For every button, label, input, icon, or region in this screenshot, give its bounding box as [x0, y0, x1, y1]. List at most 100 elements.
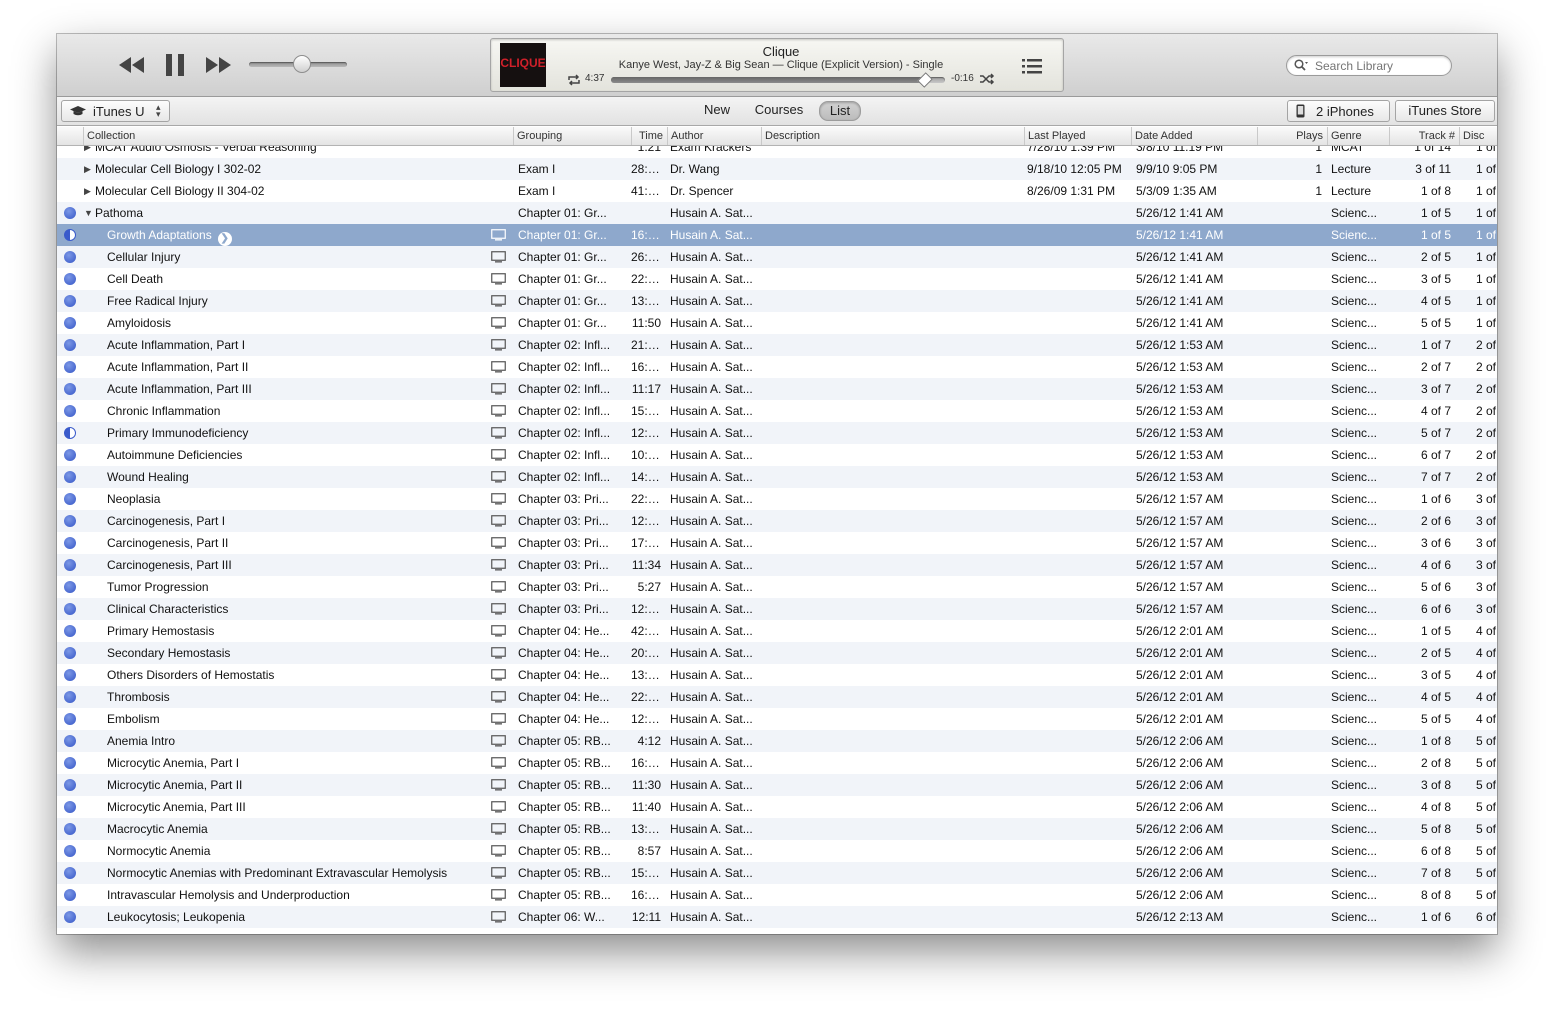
column-header-track[interactable]: Track # [1389, 127, 1459, 145]
plays-cell [1257, 818, 1322, 840]
column-header-collection[interactable]: Collection [83, 127, 513, 145]
tab-list[interactable]: List [819, 101, 861, 121]
table-row[interactable]: Cell Death Chapter 01: Gr... 22:51 Husain A… [57, 268, 1497, 290]
date-added-cell: 5/26/12 1:53 AM [1136, 338, 1224, 352]
plays-cell [1257, 334, 1322, 356]
search-field[interactable] [1286, 55, 1452, 76]
disclosure-closed-icon[interactable]: ▶ [84, 158, 91, 180]
date-added-cell: 5/26/12 1:53 AM [1136, 426, 1224, 440]
collection-text: Chronic Inflammation [107, 404, 221, 418]
song-artist-album: Kanye West, Jay-Z & Big Sean — Clique (E… [618, 59, 944, 71]
table-row[interactable]: Chronic Inflammation Chapter 02: Infl... 1… [57, 400, 1497, 422]
video-icon [491, 559, 506, 571]
table-row[interactable]: ▶ Molecular Cell Biology II 304-02 Exam I 4… [57, 180, 1497, 202]
video-icon [491, 911, 506, 923]
table-row[interactable]: Tumor Progression Chapter 03: Pri... 5:27 H… [57, 576, 1497, 598]
go-arrow-icon[interactable]: ❯ [217, 232, 232, 246]
column-header-status[interactable] [57, 127, 83, 145]
column-header-plays[interactable]: Plays [1257, 127, 1327, 145]
author-cell: Husain A. Sat... [670, 404, 753, 418]
table-row[interactable]: Clinical Characteristics Chapter 03: Pri.… [57, 598, 1497, 620]
table-row[interactable]: Cellular Injury Chapter 01: Gr... 26:26 Hus… [57, 246, 1497, 268]
last-played-cell [1027, 686, 1131, 708]
table-row[interactable]: Thrombosis Chapter 04: He... 22:14 Husain A… [57, 686, 1497, 708]
table-row[interactable]: Amyloidosis Chapter 01: Gr... 11:50 Husain … [57, 312, 1497, 334]
table-row[interactable]: Acute Inflammation, Part II Chapter 02: I… [57, 356, 1497, 378]
tab-new[interactable]: New [697, 101, 737, 119]
column-header-date-added[interactable]: Date Added [1131, 127, 1257, 145]
table-row[interactable]: Wound Healing Chapter 02: Infl... 14:35 Hus… [57, 466, 1497, 488]
table-row[interactable]: ▶ MCAT Audio Osmosis - Verbal Reasoning 1:… [57, 146, 1497, 158]
playback-progress[interactable] [611, 72, 945, 88]
grouping-cell: Chapter 03: Pri... [518, 602, 609, 616]
table-row[interactable]: Secondary Hemostasis Chapter 04: He... 20:… [57, 642, 1497, 664]
table-row[interactable]: Normocytic Anemia Chapter 05: RB... 8:57 Hu… [57, 840, 1497, 862]
disclosure-open-icon[interactable]: ▼ [84, 202, 93, 224]
table-row[interactable]: Carcinogenesis, Part II Chapter 03: Pri..… [57, 532, 1497, 554]
table-row[interactable]: ▶ Molecular Cell Biology I 302-02 Exam I 28… [57, 158, 1497, 180]
author-cell: Husain A. Sat... [670, 514, 753, 528]
fast-forward-button[interactable] [203, 52, 233, 78]
plays-cell [1257, 400, 1322, 422]
table-row[interactable]: ▼ Pathoma Chapter 01: Gr... Husain A. Sat..… [57, 202, 1497, 224]
disc-cell: 1 of [1476, 250, 1497, 264]
table-row[interactable]: Free Radical Injury Chapter 01: Gr... 13:1… [57, 290, 1497, 312]
table-row[interactable]: Carcinogenesis, Part III Chapter 03: Pri.… [57, 554, 1497, 576]
disclosure-closed-icon[interactable]: ▶ [84, 180, 91, 202]
source-selector[interactable]: iTunes U ▴ ▾ [61, 100, 170, 122]
table-row[interactable]: Intravascular Hemolysis and Underproduct… [57, 884, 1497, 906]
table-row[interactable]: Others Disorders of Hemostatis Chapter 04… [57, 664, 1497, 686]
song-title: Clique [762, 44, 800, 59]
collection-cell: Microcytic Anemia, Part III [107, 796, 487, 818]
collection-text: Thrombosis [107, 690, 170, 704]
table-row[interactable]: Anemia Intro Chapter 05: RB... 4:12 Husain … [57, 730, 1497, 752]
devices-button[interactable]: 2 iPhones [1287, 100, 1390, 122]
track-cell: 2 of 8 [1420, 756, 1451, 770]
column-header-disc[interactable]: Disc [1459, 127, 1497, 145]
table-row[interactable]: Primary Hemostasis Chapter 04: He... 42:48… [57, 620, 1497, 642]
disclosure-closed-icon[interactable]: ▶ [84, 146, 91, 158]
table-row[interactable]: Carcinogenesis, Part I Chapter 03: Pri...… [57, 510, 1497, 532]
table-row[interactable]: Macrocytic Anemia Chapter 05: RB... 13:35 H… [57, 818, 1497, 840]
table-row[interactable]: Acute Inflammation, Part III Chapter 02: … [57, 378, 1497, 400]
volume-slider[interactable] [249, 55, 347, 73]
grouping-cell: Chapter 03: Pri... [518, 558, 609, 572]
table-row[interactable]: Neoplasia Chapter 03: Pri... 22:34 Husain A… [57, 488, 1497, 510]
last-played-cell [1027, 730, 1131, 752]
table-row[interactable]: Normocytic Anemias with Predominant Extr… [57, 862, 1497, 884]
table-row[interactable]: Autoimmune Deficiencies Chapter 02: Infl.… [57, 444, 1497, 466]
pause-button[interactable] [163, 52, 187, 78]
collection-text: Normocytic Anemias with Predominant Extr… [107, 866, 448, 880]
table-row[interactable]: Microcytic Anemia, Part III Chapter 05: R… [57, 796, 1497, 818]
shuffle-icon[interactable] [979, 73, 995, 85]
up-next-list-icon[interactable] [1021, 56, 1043, 76]
table-row[interactable]: Growth Adaptations ❯ Chapter 01: Gr... 16:5… [57, 224, 1497, 246]
repeat-icon[interactable] [567, 74, 581, 86]
rewind-button[interactable] [117, 52, 147, 78]
table-row[interactable]: Primary Immunodeficiency Chapter 02: Infl… [57, 422, 1497, 444]
time-cell: 1:21 [637, 146, 661, 154]
partially-played-dot-icon [64, 229, 76, 241]
plays-cell [1257, 312, 1322, 334]
tab-courses[interactable]: Courses [749, 101, 809, 119]
table-row[interactable]: Embolism Chapter 04: He... 12:01 Husain A. … [57, 708, 1497, 730]
column-header-genre[interactable]: Genre [1327, 127, 1389, 145]
time-cell: 12:01 [631, 712, 661, 726]
table-row[interactable]: Microcytic Anemia, Part II Chapter 05: RB… [57, 774, 1497, 796]
table-row[interactable]: Leukocytosis; Leukopenia Chapter 06: W...… [57, 906, 1497, 928]
column-header-grouping[interactable]: Grouping [513, 127, 631, 145]
progress-knob[interactable] [917, 72, 933, 88]
disc-cell: 1 of [1476, 228, 1497, 242]
genre-cell: Scienc... [1331, 382, 1378, 396]
volume-knob[interactable] [293, 55, 311, 73]
table-row[interactable]: Acute Inflammation, Part I Chapter 02: In… [57, 334, 1497, 356]
itunes-store-button[interactable]: iTunes Store [1395, 100, 1495, 122]
date-added-cell: 5/26/12 1:53 AM [1136, 404, 1224, 418]
search-input[interactable] [1313, 57, 1449, 75]
table-row[interactable]: Microcytic Anemia, Part I Chapter 05: RB.… [57, 752, 1497, 774]
column-header-description[interactable]: Description [761, 127, 1024, 145]
column-header-time[interactable]: Time [631, 127, 667, 145]
column-header-author[interactable]: Author [667, 127, 761, 145]
author-cell: Husain A. Sat... [670, 580, 753, 594]
column-header-last-played[interactable]: Last Played [1024, 127, 1131, 145]
